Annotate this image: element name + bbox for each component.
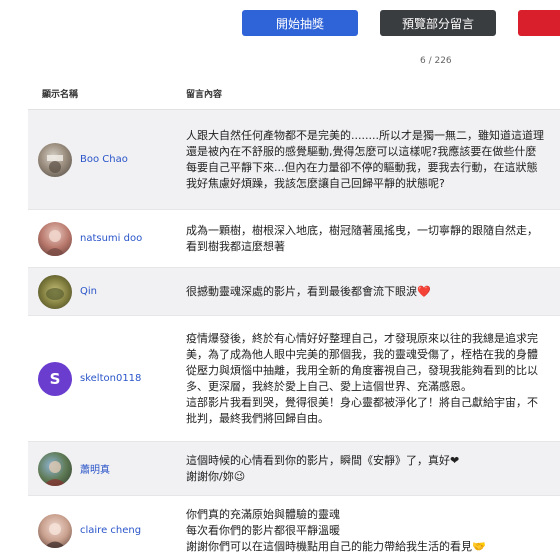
photo-avatar-icon (44, 522, 66, 548)
user-cell: Boo Chao (28, 142, 186, 177)
comment-text: 成為一顆樹，樹根深入地底，樹冠隨著風搖曳，一切寧靜的跟隨自然走， 看到樹我都這麼… (186, 223, 538, 253)
user-cell: 蕭明真 (28, 451, 186, 486)
avatar (38, 513, 72, 548)
avatar (38, 142, 72, 177)
user-name[interactable]: natsumi doo (80, 233, 142, 244)
user-name[interactable]: 蕭明真 (80, 461, 110, 476)
comments-table: 顯示名稱 留言內容 Boo Chao 人跟大自然任何產物都不是完美的......… (28, 78, 560, 560)
table-row: 蕭明真 這個時候的心情看到你的影片，瞬間《安靜》了，真好❤ 謝謝你/妳😉 (28, 442, 560, 496)
photo-avatar-icon (47, 154, 63, 173)
start-draw-button[interactable]: 開始抽獎 (242, 10, 358, 36)
preview-comments-button[interactable]: 預覽部分留言 (380, 10, 496, 36)
user-cell: natsumi doo (28, 221, 186, 256)
avatar (38, 221, 72, 256)
comment-text: 疫情爆發後，終於有心情好好整理自己，才發現原來以往的我總是追求完 美，為了成為他… (186, 331, 538, 425)
avatar-initial: S (49, 369, 61, 388)
table-header: 顯示名稱 留言內容 (28, 78, 560, 110)
user-name[interactable]: claire cheng (80, 525, 141, 536)
table-row: claire cheng 你們真的充滿原始與體驗的靈魂 每次看你們的影片都很平靜… (28, 496, 560, 560)
comment-text: 這個時候的心情看到你的影片，瞬間《安靜》了，真好❤ 謝謝你/妳😉 (186, 453, 460, 483)
table-row: natsumi doo 成為一顆樹，樹根深入地底，樹冠隨著風搖曳，一切寧靜的跟隨… (28, 210, 560, 268)
comment-text: 你們真的充滿原始與體驗的靈魂 每次看你們的影片都很平靜溫暖 謝謝你們可以在這個時… (186, 507, 486, 553)
avatar (38, 451, 72, 486)
column-header-name: 顯示名稱 (42, 90, 79, 100)
comment-text: 很撼動靈魂深處的影片，看到最後都會流下眼淚❤️ (186, 284, 431, 298)
photo-avatar-icon (43, 460, 67, 486)
table-row: Qin 很撼動靈魂深處的影片，看到最後都會流下眼淚❤️ (28, 268, 560, 316)
pager-count: 6 / 226 (420, 56, 452, 66)
user-name[interactable]: Qin (80, 286, 97, 297)
comment-lottery-page: 開始抽獎 預覽部分留言 6 / 226 顯示名稱 留言內容 Boo Chao 人… (0, 0, 560, 560)
comment-text: 人跟大自然任何產物都不是完美的........所以才是獨一無二，雖知道這道理 還… (186, 128, 544, 190)
user-name[interactable]: skelton0118 (80, 373, 141, 384)
column-header-message: 留言內容 (186, 90, 223, 100)
user-name[interactable]: Boo Chao (80, 154, 128, 165)
table-row: Boo Chao 人跟大自然任何產物都不是完美的........所以才是獨一無二… (28, 110, 560, 210)
red-action-button[interactable] (518, 10, 560, 36)
photo-avatar-icon (44, 229, 66, 256)
avatar (38, 274, 72, 309)
user-cell: S skelton0118 (28, 361, 186, 396)
user-cell: claire cheng (28, 513, 186, 548)
photo-avatar-icon (46, 287, 64, 300)
user-cell: Qin (28, 274, 186, 309)
avatar: S (38, 361, 72, 396)
table-row: S skelton0118 疫情爆發後，終於有心情好好整理自己，才發現原來以往的… (28, 316, 560, 442)
